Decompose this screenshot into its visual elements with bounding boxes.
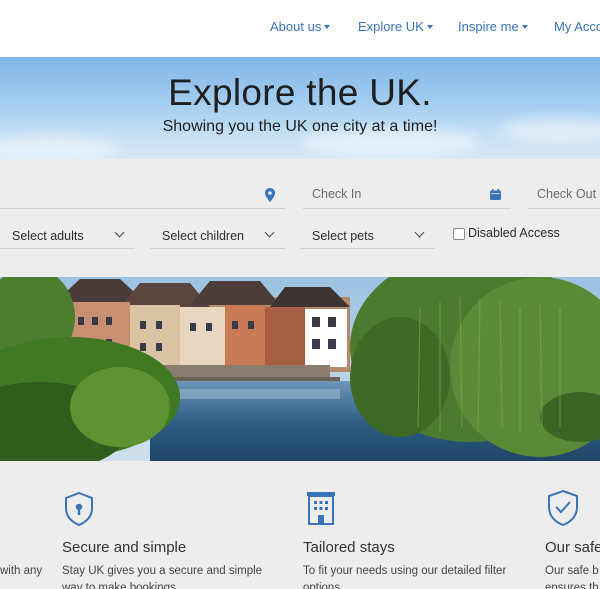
check-out-placeholder: Check Out (537, 187, 597, 201)
feature-title-safe: Our safe (545, 539, 600, 556)
shield-lock-icon (65, 491, 93, 527)
nav-explore-uk[interactable]: Explore UK (358, 19, 433, 34)
features-section: with any Secure and simple Stay UK gives… (0, 461, 600, 589)
chevron-down-icon (114, 227, 125, 238)
calendar-icon (490, 189, 501, 200)
disabled-access-checkbox[interactable] (453, 228, 465, 240)
destination-input[interactable] (0, 179, 285, 209)
building-icon (307, 492, 335, 525)
feature-title-tailored: Tailored stays (303, 539, 395, 556)
search-panel: Check In Check Out Select adults Select … (0, 159, 600, 277)
check-in-input[interactable]: Check In (303, 179, 511, 209)
feature-text-secure-1: Stay UK gives you a secure and simple (62, 565, 263, 577)
check-out-input[interactable]: Check Out (528, 179, 600, 209)
feature-text-secure-2: way to make bookings (62, 582, 176, 589)
cloud-decoration (0, 137, 120, 159)
nav-my-account[interactable]: My Acco (554, 19, 600, 34)
feature-text-safe-1: Our safe b (545, 565, 599, 577)
riverside-town-image (0, 277, 600, 461)
nav-inspire-me[interactable]: Inspire me (458, 19, 528, 34)
feature-text-tailored-2: options (303, 582, 341, 589)
caret-down-icon (426, 25, 433, 29)
hero-photo-riverside-town (0, 277, 600, 461)
feature-text-tailored-1: To fit your needs using our detailed fil… (303, 565, 507, 577)
chevron-down-icon (264, 227, 275, 238)
check-in-placeholder: Check In (312, 187, 362, 201)
hero-title: Explore the UK. (168, 72, 432, 113)
hero-banner: Explore the UK. Showing you the UK one c… (0, 57, 600, 159)
chevron-down-icon (414, 227, 425, 238)
disabled-access-label: Disabled Access (468, 226, 560, 240)
caret-down-icon (521, 25, 528, 29)
caret-down-icon (324, 25, 331, 29)
children-select[interactable]: Select children (150, 219, 285, 249)
map-pin-icon (265, 188, 275, 202)
hero-subtitle: Showing you the UK one city at a time! (162, 118, 438, 135)
top-navbar: About us Explore UK Inspire me My Acco (0, 0, 600, 57)
shield-check-icon (548, 489, 578, 527)
feature-title-secure: Secure and simple (62, 539, 187, 556)
pets-select[interactable]: Select pets (300, 219, 435, 249)
adults-select[interactable]: Select adults (0, 219, 135, 249)
nav-about-us[interactable]: About us (270, 19, 331, 34)
feature-text-safe-2: ensures th (545, 582, 599, 589)
feature-left-fragment: with any (0, 565, 43, 577)
